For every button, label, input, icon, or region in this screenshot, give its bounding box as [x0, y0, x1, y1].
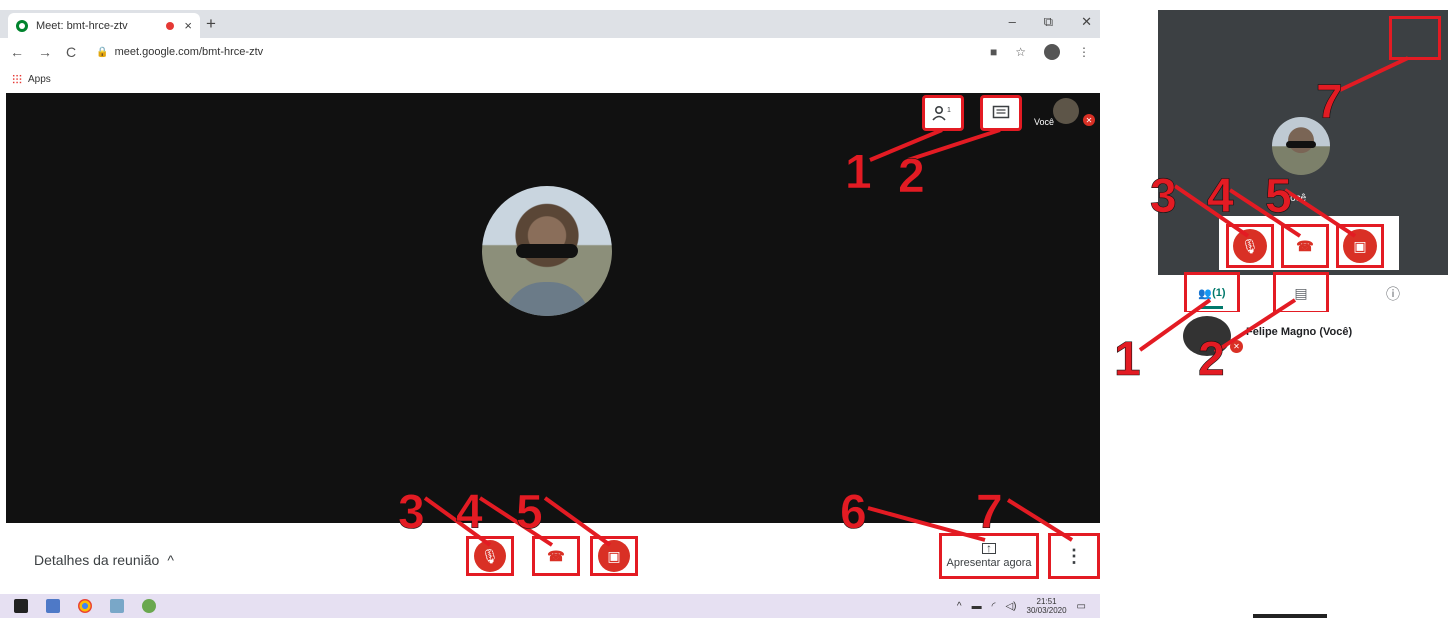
window-controls: – ⧉ ✕	[1009, 14, 1092, 30]
camera-toggle-button[interactable]: ▣	[590, 536, 638, 576]
camera-indicator-icon[interactable]: ■	[990, 45, 997, 59]
bookmarks-bar: Apps	[0, 66, 1100, 92]
avatar-glasses	[516, 244, 578, 258]
meet-favicon-icon	[16, 19, 28, 32]
muted-mic-icon: ✕	[1083, 114, 1095, 126]
browser-toolbar: ← → C 🔒 meet.google.com/bmt-hrce-ztv ■ ☆…	[0, 38, 1100, 66]
tab-close-button[interactable]: ×	[184, 18, 192, 33]
minimize-button[interactable]: –	[1009, 14, 1016, 30]
side-more-options-button[interactable]	[1389, 16, 1441, 60]
camera-off-icon: ▣	[598, 540, 630, 572]
people-count: 1	[947, 107, 951, 114]
mic-off-icon: 🎙	[474, 540, 506, 572]
apps-bookmark[interactable]: Apps	[28, 74, 51, 85]
reload-icon[interactable]: C	[66, 44, 76, 60]
volume-icon[interactable]: ◁)	[1005, 601, 1016, 612]
self-avatar	[1053, 98, 1079, 124]
present-screen-icon: ↑	[982, 542, 996, 554]
side-self-label: Você	[1284, 193, 1307, 204]
clock-time: 21:51	[1036, 597, 1057, 606]
forward-arrow-icon[interactable]: →	[38, 44, 52, 60]
tab-people[interactable]: 👥 (1)	[1184, 272, 1240, 314]
windows-taskbar: ^ ▬ ◜ ◁) 21:51 30/03/2020 ▭	[0, 594, 1100, 618]
present-now-button[interactable]: ↑ Apresentar agora	[939, 533, 1039, 579]
mic-toggle-button[interactable]: 🎙	[466, 536, 514, 576]
chat-icon	[992, 105, 1010, 119]
self-tile-label: Você	[1034, 117, 1055, 127]
participant-muted-icon: ✕	[1230, 340, 1243, 353]
side-camera-off-icon: ▣	[1343, 229, 1377, 263]
tab-info[interactable]: ⓘ	[1386, 284, 1400, 304]
side-chat-icon: ▤	[1294, 284, 1308, 301]
browser-window: Meet: bmt-hrce-ztv × + – ⧉ ✕ ← → C 🔒 mee…	[0, 0, 1100, 618]
side-people-icon: 👥	[1198, 287, 1213, 300]
new-tab-button[interactable]: +	[206, 14, 216, 34]
system-tray: ^ ▬ ◜ ◁) 21:51 30/03/2020 ▭	[957, 597, 1086, 615]
meeting-details-toggle[interactable]: Detalhes da reunião ^	[34, 552, 174, 568]
tab-title: Meet: bmt-hrce-ztv	[36, 19, 128, 32]
side-camera-toggle-button[interactable]: ▣	[1336, 224, 1384, 268]
lock-icon: 🔒	[96, 46, 109, 58]
tray-chevron-icon[interactable]: ^	[957, 601, 962, 612]
app-green-taskbar-icon[interactable]	[142, 599, 156, 613]
side-participant-avatar	[1272, 117, 1330, 175]
side-hang-up-icon: ☎	[1296, 237, 1314, 254]
participant-avatar	[482, 186, 612, 316]
profile-avatar[interactable]	[1044, 44, 1060, 60]
avatar-shirt	[504, 282, 590, 316]
network-icon[interactable]: ▬	[972, 601, 982, 612]
tab-chat[interactable]: ▤	[1273, 272, 1329, 314]
apps-grid-icon[interactable]	[12, 74, 22, 84]
meeting-details-label: Detalhes da reunião	[34, 552, 160, 568]
clock[interactable]: 21:51 30/03/2020	[1027, 597, 1067, 615]
files-taskbar-icon[interactable]	[110, 599, 124, 613]
back-arrow-icon[interactable]: ←	[10, 44, 24, 60]
address-bar[interactable]: 🔒 meet.google.com/bmt-hrce-ztv	[96, 46, 956, 58]
start-windows-icon[interactable]	[14, 599, 28, 613]
page: Meet: bmt-hrce-ztv × + – ⧉ ✕ ← → C 🔒 mee…	[0, 0, 1451, 618]
close-window-button[interactable]: ✕	[1081, 14, 1092, 30]
show-everyone-button[interactable]: 1	[922, 95, 964, 131]
people-icon: 1	[932, 105, 951, 121]
chrome-taskbar-icon[interactable]	[78, 599, 92, 613]
wifi-icon[interactable]: ◜	[992, 601, 996, 612]
restore-button[interactable]: ⧉	[1044, 14, 1053, 30]
notifications-icon[interactable]: ▭	[1077, 601, 1086, 612]
browser-tab[interactable]: Meet: bmt-hrce-ztv ×	[8, 13, 200, 38]
recording-dot-icon	[166, 21, 175, 30]
participant-name: Felipe Magno (Você)	[1246, 326, 1353, 338]
side-mic-off-icon: 🎙	[1233, 229, 1267, 263]
chat-button[interactable]	[980, 95, 1022, 131]
toolbar-actions: ■ ☆ ⋮	[990, 44, 1090, 60]
chevron-up-icon: ^	[167, 552, 174, 568]
bottom-edge-bar	[1253, 614, 1327, 618]
participant-list-avatar	[1183, 316, 1231, 356]
app-taskbar-icon[interactable]	[46, 599, 60, 613]
tab-strip: Meet: bmt-hrce-ztv × + – ⧉ ✕	[0, 10, 1100, 38]
more-options-button[interactable]: ⋮	[1048, 533, 1100, 579]
url-text: meet.google.com/bmt-hrce-ztv	[114, 46, 264, 58]
leave-call-button[interactable]: ☎	[532, 536, 580, 576]
browser-menu-icon[interactable]: ⋮	[1078, 45, 1090, 59]
people-tab-count: (1)	[1212, 287, 1226, 299]
side-mic-toggle-button[interactable]: 🎙	[1226, 224, 1274, 268]
present-now-label: Apresentar agora	[946, 557, 1032, 569]
side-leave-call-button[interactable]: ☎	[1281, 224, 1329, 268]
bookmark-star-icon[interactable]: ☆	[1015, 45, 1026, 59]
clock-date: 30/03/2020	[1026, 606, 1067, 615]
hang-up-icon: ☎	[540, 540, 572, 572]
